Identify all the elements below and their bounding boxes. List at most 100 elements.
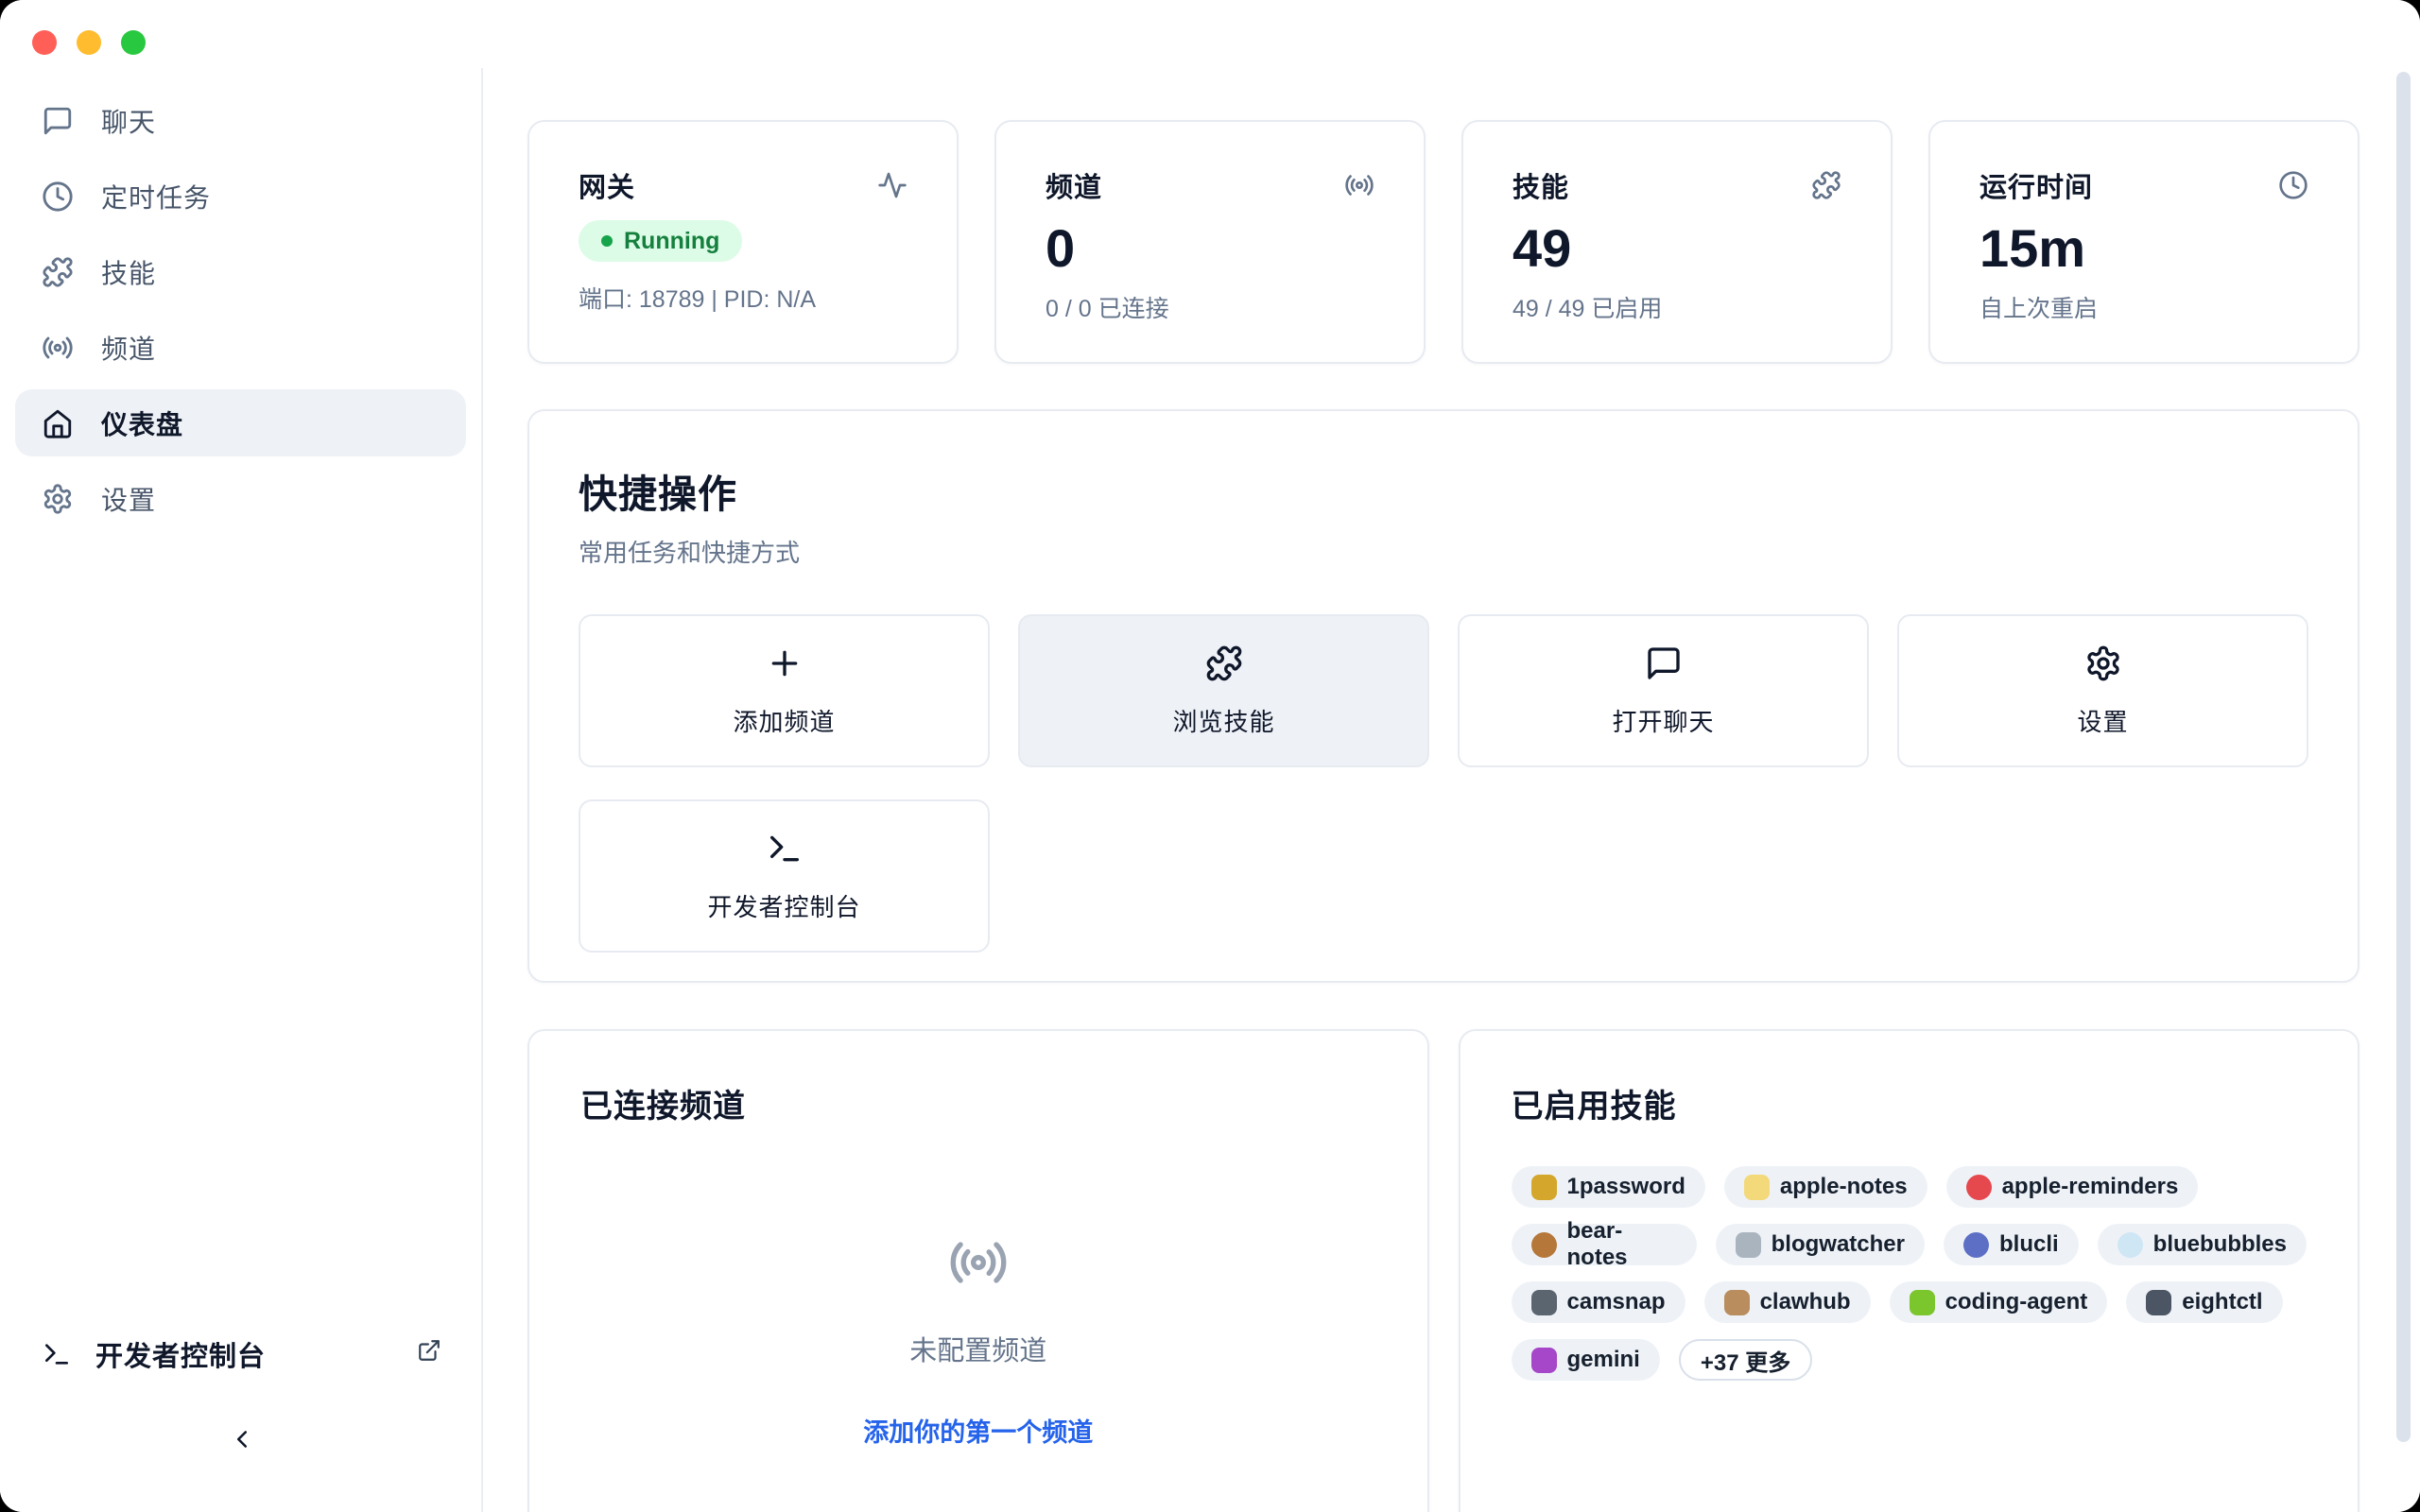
radio-icon (1344, 170, 1374, 200)
bottom-panels: 已连接频道 未配置频道 添加你的第一个频道 已启用技能 1password ap… (527, 1029, 2360, 1512)
skill-chip-clawhub[interactable]: clawhub (1704, 1281, 1871, 1323)
more-skills-button[interactable]: +37 更多 (1679, 1339, 1812, 1381)
app-window: 聊天 定时任务 技能 频道 仪表盘 设置 (0, 0, 2420, 1512)
skill-chip-bluebubbles[interactable]: bluebubbles (2098, 1224, 2307, 1265)
plus-icon (766, 644, 804, 682)
stat-detail: 自上次重启 (1979, 290, 2308, 324)
skill-chip-camsnap[interactable]: camsnap (1512, 1281, 1685, 1323)
lock-with-key-emoji-icon (1531, 1175, 1557, 1200)
gemini-emoji-icon (1531, 1348, 1557, 1373)
sidebar-item-label: 频道 (101, 329, 156, 367)
skill-chip-coding-agent[interactable]: coding-agent (1890, 1281, 2108, 1323)
terminal-icon (766, 830, 804, 868)
chat-bubble-icon (42, 105, 74, 137)
sidebar: 聊天 定时任务 技能 频道 仪表盘 设置 (0, 68, 483, 1512)
titlebar (0, 0, 2420, 68)
skill-chip-1password[interactable]: 1password (1512, 1166, 1705, 1208)
bear-emoji-icon (1531, 1232, 1557, 1258)
enabled-skills-panel: 已启用技能 1password apple-notes apple-remind… (1459, 1029, 2360, 1512)
radio-icon (42, 332, 74, 364)
external-link-icon[interactable] (417, 1338, 441, 1363)
open-chat-button[interactable]: 打开聊天 (1458, 614, 1869, 767)
status-badge: Running (579, 220, 742, 262)
sidebar-item-skills[interactable]: 技能 (15, 238, 466, 305)
sidebar-item-scheduled-tasks[interactable]: 定时任务 (15, 163, 466, 230)
chip-row: camsnap clawhub coding-agent eightctl (1512, 1281, 2308, 1323)
home-icon (42, 407, 74, 439)
radio-icon (948, 1232, 1009, 1293)
gear-icon (42, 483, 74, 515)
sidebar-item-label: 仪表盘 (101, 404, 183, 442)
clock-icon (42, 180, 74, 213)
stat-detail: 49 / 49 已启用 (1512, 290, 1841, 324)
zoom-button[interactable] (121, 30, 146, 55)
skill-chip-blucli[interactable]: blucli (1944, 1224, 2079, 1265)
stat-detail: 0 / 0 已连接 (1046, 290, 1374, 324)
quick-actions-section: 快捷操作 常用任务和快捷方式 添加频道 浏览技能 打开聊天 (527, 409, 2360, 983)
quick-actions-grid: 添加频道 浏览技能 打开聊天 设置 (579, 614, 2308, 953)
stat-value: 49 (1512, 222, 1841, 275)
sidebar-item-dashboard[interactable]: 仪表盘 (15, 389, 466, 456)
puzzle-icon (42, 256, 74, 288)
chip-row: bear-notes blogwatcher blucli bluebubble… (1512, 1224, 2308, 1265)
skill-chip-eightctl[interactable]: eightctl (2126, 1281, 2282, 1323)
connected-channels-title: 已连接频道 (580, 1080, 1376, 1126)
chevron-left-icon[interactable] (228, 1425, 256, 1453)
puzzle-piece-emoji-icon (1910, 1290, 1935, 1315)
puzzle-icon (1205, 644, 1243, 682)
chip-row: gemini +37 更多 (1512, 1339, 2308, 1381)
skill-chips: 1password apple-notes apple-reminders be… (1512, 1166, 2308, 1381)
sidebar-item-channels[interactable]: 频道 (15, 314, 466, 381)
connected-channels-panel: 已连接频道 未配置频道 添加你的第一个频道 (527, 1029, 1429, 1512)
minimize-button[interactable] (77, 30, 101, 55)
clock-icon (2278, 170, 2308, 200)
sidebar-nav: 聊天 定时任务 技能 频道 仪表盘 设置 (0, 68, 481, 532)
status-dot (601, 235, 613, 247)
stat-card-skills: 技能 49 49 / 49 已启用 (1461, 120, 1893, 364)
sidebar-item-label: 设置 (101, 480, 156, 518)
sidebar-item-label: 聊天 (101, 102, 156, 140)
enabled-skills-title: 已启用技能 (1512, 1080, 2308, 1126)
close-button[interactable] (32, 30, 57, 55)
stat-value: 15m (1979, 222, 2308, 275)
empty-state-text: 未配置频道 (909, 1329, 1046, 1368)
sidebar-item-label: 定时任务 (101, 178, 211, 215)
puzzle-icon (1811, 170, 1841, 200)
developer-console-button[interactable]: 开发者控制台 (579, 799, 990, 953)
chat-bubble-icon (1645, 644, 1683, 682)
skill-chip-blogwatcher[interactable]: blogwatcher (1716, 1224, 1925, 1265)
developer-console-button[interactable]: 开发者控制台 (42, 1334, 266, 1374)
quick-actions-title: 快捷操作 (579, 462, 2308, 519)
skill-chip-apple-reminders[interactable]: apple-reminders (1946, 1166, 2199, 1208)
skill-chip-gemini[interactable]: gemini (1512, 1339, 1660, 1381)
skill-chip-bear-notes[interactable]: bear-notes (1512, 1224, 1697, 1265)
gear-icon (2084, 644, 2122, 682)
quick-actions-subtitle: 常用任务和快捷方式 (579, 534, 2308, 569)
browse-skills-button[interactable]: 浏览技能 (1018, 614, 1429, 767)
memo-emoji-icon (1744, 1175, 1770, 1200)
chip-row: 1password apple-notes apple-reminders (1512, 1166, 2308, 1208)
stat-value: 0 (1046, 222, 1374, 275)
skill-chip-apple-notes[interactable]: apple-notes (1724, 1166, 1927, 1208)
sidebar-footer: 开发者控制台 (0, 1314, 481, 1512)
stat-card-channels: 频道 0 0 / 0 已连接 (994, 120, 1426, 364)
sidebar-item-label: 技能 (101, 253, 156, 291)
add-channel-button[interactable]: 添加频道 (579, 614, 990, 767)
traffic-lights (32, 30, 146, 55)
stat-title: 频道 (1046, 165, 1102, 205)
package-emoji-icon (1724, 1290, 1750, 1315)
channels-empty-state: 未配置频道 添加你的第一个频道 (580, 1232, 1376, 1449)
settings-button[interactable]: 设置 (1897, 614, 2308, 767)
sidebar-item-settings[interactable]: 设置 (15, 465, 466, 532)
blueberries-emoji-icon (1963, 1232, 1989, 1258)
camera-flash-emoji-icon (1531, 1290, 1557, 1315)
newspaper-emoji-icon (1736, 1232, 1761, 1258)
alarm-clock-emoji-icon (1966, 1175, 1992, 1200)
add-first-channel-link[interactable]: 添加你的第一个频道 (863, 1412, 1093, 1449)
sidebar-item-chat[interactable]: 聊天 (15, 87, 466, 154)
stat-card-gateway: 网关 Running 端口: 18789 | PID: N/A (527, 120, 959, 364)
scrollbar-thumb[interactable] (2396, 72, 2411, 1442)
control-knobs-emoji-icon (2146, 1290, 2171, 1315)
terminal-icon (42, 1339, 72, 1369)
main-content: 网关 Running 端口: 18789 | PID: N/A 频道 0 (485, 68, 2420, 1512)
